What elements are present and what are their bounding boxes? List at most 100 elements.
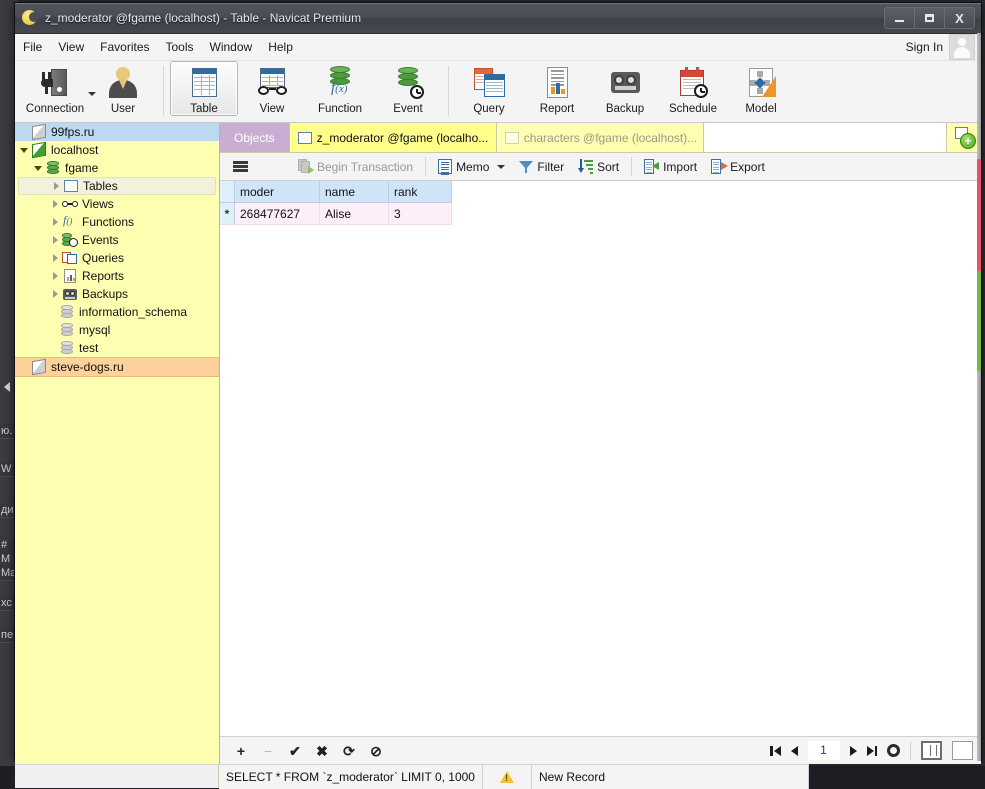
menu-tools[interactable]: Tools	[158, 36, 202, 58]
memo-button[interactable]: Memo	[431, 156, 512, 177]
twisty-open-icon[interactable]	[17, 147, 31, 153]
close-button[interactable]: X	[944, 7, 975, 29]
tab-characters[interactable]: characters @fgame (localhost)...	[497, 123, 704, 152]
sidebar-item-queries[interactable]: Queries	[15, 249, 219, 267]
tab-objects[interactable]: Objects	[220, 123, 290, 152]
signin-button[interactable]: Sign In	[906, 40, 943, 54]
form-view-icon[interactable]	[952, 741, 973, 760]
filter-label: Filter	[537, 159, 565, 174]
tab-z-moderator[interactable]: z_moderator @fgame (localho...	[289, 123, 497, 152]
column-header-name[interactable]: name	[319, 181, 389, 203]
toolbar-model-button[interactable]: Model	[727, 61, 795, 116]
gear-icon[interactable]	[887, 744, 900, 757]
table-row[interactable]: * 268477627 Alise 3	[220, 202, 452, 225]
toolbar-backup-button[interactable]: Backup	[591, 61, 659, 116]
menu-window[interactable]: Window	[202, 36, 261, 58]
begin-transaction-button[interactable]: Begin Transaction	[291, 156, 420, 177]
main-toolbar: Connection User Table View f(x) Function…	[15, 61, 981, 123]
delete-record-button[interactable]: −	[261, 744, 275, 758]
twisty-closed-icon[interactable]	[48, 218, 62, 226]
last-page-icon[interactable]	[866, 745, 877, 756]
import-button[interactable]: Import	[637, 156, 704, 177]
background-window-collapse-arrow[interactable]	[4, 382, 10, 392]
export-button[interactable]: Export	[704, 156, 772, 177]
twisty-closed-icon[interactable]	[48, 236, 62, 244]
first-page-icon[interactable]	[770, 745, 781, 756]
row-marker[interactable]: *	[220, 202, 235, 225]
connection-tree-sidebar[interactable]: 99fps.ru localhost fgame Tables Views f(…	[15, 123, 220, 764]
menu-view[interactable]: View	[50, 36, 92, 58]
cell-name[interactable]: Alise	[319, 202, 389, 225]
stop-button[interactable]: ⊘	[369, 744, 383, 758]
sidebar-item-localhost[interactable]: localhost	[15, 141, 219, 159]
twisty-open-icon[interactable]	[31, 165, 45, 171]
cancel-change-button[interactable]: ✖	[315, 744, 329, 758]
sidebar-item-events[interactable]: Events	[15, 231, 219, 249]
sidebar-item-information-schema[interactable]: information_schema	[15, 303, 219, 321]
chevron-down-icon[interactable]	[497, 164, 506, 169]
toolbar-schedule-button[interactable]: Schedule	[659, 61, 727, 116]
toolbar-function-button[interactable]: f(x) Function	[306, 61, 374, 116]
sidebar-item-functions[interactable]: f() Functions	[15, 213, 219, 231]
sidebar-item-label: steve-dogs.ru	[51, 360, 124, 374]
filter-button[interactable]: Filter	[512, 157, 571, 177]
toolbar-label: Schedule	[669, 103, 717, 115]
grid-navigation-bar: + − ✔ ✖ ⟳ ⊘ 1	[220, 736, 981, 764]
avatar[interactable]	[949, 34, 975, 60]
new-table-plus-icon[interactable]: +	[947, 123, 981, 152]
twisty-closed-icon[interactable]	[48, 272, 62, 280]
sidebar-item-fgame[interactable]: fgame	[15, 159, 219, 177]
sidebar-item-views[interactable]: Views	[15, 195, 219, 213]
next-page-icon[interactable]	[849, 745, 857, 756]
twisty-closed-icon[interactable]	[48, 290, 62, 298]
sidebar-item-test[interactable]: test	[15, 339, 219, 357]
column-header-rank[interactable]: rank	[388, 181, 452, 203]
sidebar-item-reports[interactable]: Reports	[15, 267, 219, 285]
cell-rank[interactable]: 3	[388, 202, 452, 225]
sort-button[interactable]: Sort	[571, 156, 626, 177]
grid-view-icon[interactable]	[921, 741, 942, 760]
toolbar-view-button[interactable]: View	[238, 61, 306, 116]
data-grid[interactable]: moder name rank * 268477627 Alise 3	[220, 181, 981, 736]
sidebar-item-99fps[interactable]: 99fps.ru	[15, 123, 219, 141]
title-bar[interactable]: z_moderator @fgame (localhost) - Table -…	[15, 3, 981, 34]
cell-moder[interactable]: 268477627	[234, 202, 320, 225]
menu-favorites[interactable]: Favorites	[92, 36, 157, 58]
refresh-button[interactable]: ⟳	[342, 744, 356, 758]
apply-change-button[interactable]: ✔	[288, 744, 302, 758]
table-tab-icon	[504, 131, 519, 144]
toolbar-table-button[interactable]: Table	[170, 61, 238, 116]
sidebar-item-label: information_schema	[79, 305, 188, 319]
toolbar-report-button[interactable]: Report	[523, 61, 591, 116]
toolbar-user-button[interactable]: User	[89, 61, 157, 116]
add-record-button[interactable]: +	[234, 744, 248, 758]
sidebar-item-mysql[interactable]: mysql	[15, 321, 219, 339]
twisty-closed-icon[interactable]	[49, 182, 63, 190]
page-number-input[interactable]: 1	[807, 741, 840, 760]
warning-icon[interactable]	[482, 765, 532, 789]
minimize-button[interactable]	[884, 7, 915, 29]
grid-menu-button[interactable]	[226, 158, 255, 175]
maximize-button[interactable]	[914, 7, 945, 29]
menu-help[interactable]: Help	[260, 36, 301, 58]
twisty-closed-icon[interactable]	[48, 254, 62, 262]
column-header-moder[interactable]: moder	[234, 181, 320, 203]
row-header-corner[interactable]	[220, 181, 235, 203]
toolbar-query-button[interactable]: Query	[455, 61, 523, 116]
database-grey-icon	[59, 304, 75, 320]
menu-file[interactable]: File	[15, 36, 50, 58]
toolbar-event-button[interactable]: Event	[374, 61, 442, 116]
sidebar-item-tables[interactable]: Tables	[18, 177, 216, 195]
sidebar-item-steve-dogs[interactable]: steve-dogs.ru	[15, 357, 219, 377]
toolbar-connection-button[interactable]: Connection	[21, 61, 96, 116]
menu-bar: File View Favorites Tools Window Help Si…	[15, 34, 981, 61]
prev-page-icon[interactable]	[790, 745, 798, 756]
sidebar-item-label: localhost	[51, 143, 99, 157]
toolbar-divider	[425, 157, 427, 176]
sidebar-item-backups[interactable]: Backups	[15, 285, 219, 303]
table-header-row: moder name rank	[220, 181, 452, 203]
queries-icon	[62, 250, 78, 266]
tables-icon	[63, 178, 79, 194]
twisty-closed-icon[interactable]	[48, 200, 62, 208]
status-sql-text: SELECT * FROM `z_moderator` LIMIT 0, 100…	[219, 765, 483, 789]
